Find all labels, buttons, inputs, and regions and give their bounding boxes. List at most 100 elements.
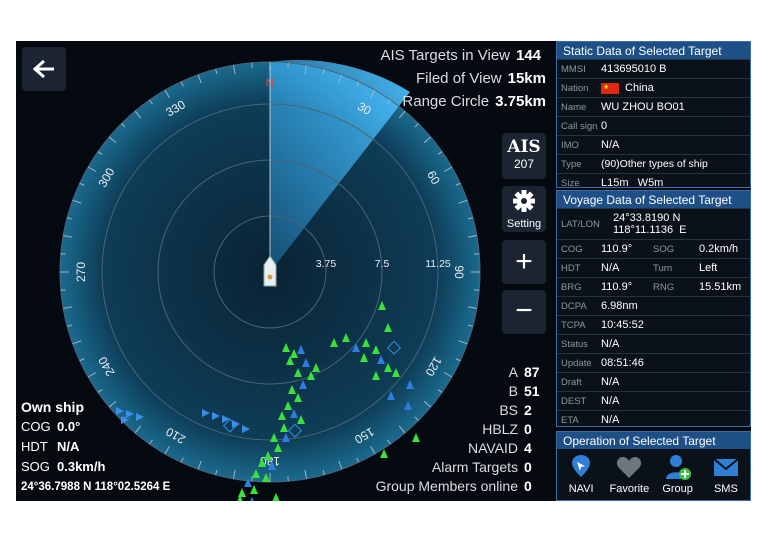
static-key: MMSI — [561, 63, 586, 75]
stat-label: Range Circle — [402, 93, 490, 110]
voyage-value: 15.51km — [699, 281, 742, 293]
china-flag-icon: ★ — [601, 82, 619, 94]
class-a-target[interactable] — [412, 433, 420, 442]
static-key: IMO — [561, 139, 579, 151]
count-label: B — [508, 383, 518, 399]
static-key: Name — [561, 101, 587, 113]
count-label: Group Members online — [375, 478, 518, 494]
static-value: L15m W5m — [601, 177, 664, 189]
static-value: 0 — [601, 120, 608, 132]
field-of-view-stat: Filed of View 15km — [416, 70, 546, 87]
static-value: WU ZHOU BO01 — [601, 101, 685, 113]
voyage-value: 10:45:52 — [601, 319, 644, 331]
voyage-value: N/A — [601, 395, 620, 407]
zoom-out-button[interactable]: − — [502, 290, 546, 334]
static-value: 413695010 B — [601, 63, 667, 75]
compass-label: 90 — [452, 265, 466, 279]
gear-icon — [513, 190, 535, 212]
own-cog-label: COG — [21, 419, 51, 434]
voyage-key: Status — [561, 338, 588, 350]
sms-button[interactable]: SMS — [702, 453, 750, 495]
count-value: 51 — [524, 383, 540, 399]
count-bs: BS 2 — [499, 402, 546, 418]
navi-button[interactable]: NAVI — [557, 453, 605, 495]
group-button[interactable]: Group — [654, 453, 702, 495]
voyage-value: N/A — [601, 414, 620, 426]
range-ring-label: 7.5 — [375, 258, 390, 270]
static-row-type: Type (90)Other types of ship — [557, 154, 750, 173]
voyage-key: COG — [561, 243, 583, 255]
group-label: Group — [662, 483, 693, 495]
stat-label: AIS Targets in View — [380, 47, 510, 64]
navi-label: NAVI — [568, 483, 594, 495]
voyage-row-draft: Draft N/A — [557, 372, 750, 391]
static-row-callsign: Call sign 0 — [557, 116, 750, 135]
static-key: Type — [561, 158, 582, 170]
voyage-key: DCPA — [561, 300, 587, 312]
voyage-row-status: Status N/A — [557, 334, 750, 353]
voyage-value: 0.2km/h — [699, 243, 739, 255]
voyage-key: TCPA — [561, 319, 586, 331]
static-row-name: Name WU ZHOU BO01 — [557, 97, 750, 116]
back-button[interactable] — [22, 47, 66, 91]
voyage-key: DEST — [561, 395, 587, 407]
navigation-icon — [572, 455, 591, 477]
stat-value: 144 — [516, 47, 542, 64]
stat-value: 3.75km — [495, 93, 546, 110]
operation-title: Operation of Selected Target — [557, 432, 750, 449]
count-a: A 87 — [509, 364, 546, 380]
static-data-panel: Static Data of Selected Target MMSI 41369… — [556, 41, 751, 189]
setting-button[interactable]: Setting — [502, 186, 546, 232]
own-hdt-label: HDT — [21, 439, 48, 454]
class-a-target[interactable] — [272, 493, 280, 501]
class-b-target[interactable] — [248, 497, 256, 501]
favorite-label: Favorite — [609, 483, 650, 495]
voyage-key: Update — [561, 357, 592, 369]
own-position: 24°36.7988 N 118°02.5264 E — [21, 481, 171, 493]
radar-scope[interactable]: N306090120150180210240270300330 3.75 7.5 1… — [16, 41, 551, 501]
voyage-data-panel: Voyage Data of Selected Target LAT/LON 2… — [556, 190, 751, 427]
stat-value: 15km — [507, 70, 546, 87]
own-hdt: HDT N/A — [21, 439, 79, 454]
voyage-key: SOG — [653, 243, 675, 255]
static-row-mmsi: MMSI 413695010 B — [557, 59, 750, 78]
ais-targets-stat: AIS Targets in View 144 — [380, 47, 546, 64]
count-label: A — [508, 364, 518, 380]
favorite-button[interactable]: Favorite — [605, 453, 653, 495]
count-value: 2 — [524, 402, 532, 418]
voyage-value: 110.9° — [601, 281, 633, 293]
ais-button[interactable]: AIS 207 — [502, 133, 546, 179]
static-value: China — [625, 82, 654, 94]
voyage-key: ETA — [561, 414, 579, 426]
voyage-value: 6.98nm — [601, 300, 638, 312]
voyage-key: LAT/LON — [561, 218, 600, 230]
voyage-key: BRG — [561, 281, 582, 293]
voyage-row-hdt-turn: HDT N/A Turn Left — [557, 258, 750, 277]
static-key: Nation — [561, 82, 589, 94]
voyage-key: Turn — [653, 262, 673, 274]
range-circle-stat: Range Circle 3.75km — [402, 93, 546, 110]
voyage-row-latlon: LAT/LON 24°33.8190 N 118°11.1136 E — [557, 208, 750, 239]
static-value: N/A — [601, 139, 620, 151]
voyage-latlon: 24°33.8190 N 118°11.1136 E — [601, 212, 687, 236]
static-value: (90)Other types of ship — [601, 158, 708, 170]
count-label: Alarm Targets — [431, 459, 518, 475]
range-ring-label: 3.75 — [316, 258, 337, 270]
voyage-value: N/A — [601, 262, 620, 274]
own-sog-value: 0.3km/h — [57, 459, 106, 474]
operation-panel: Operation of Selected Target NAVI Favori… — [556, 431, 751, 501]
static-row-nation: Nation ★ China — [557, 78, 750, 97]
radar-screen: N 30 60 90 120 150 180 210 240 270 300 330 3.75 7.5 1… — [16, 41, 751, 501]
count-label: BS — [499, 402, 518, 418]
count-label: HBLZ — [482, 421, 518, 437]
static-key: Size — [561, 177, 580, 189]
static-data-title: Static Data of Selected Target — [557, 42, 750, 59]
voyage-data-title: Voyage Data of Selected Target — [557, 191, 750, 208]
zoom-in-button[interactable]: + — [502, 240, 546, 284]
class-a-target[interactable] — [238, 488, 246, 497]
voyage-value: N/A — [601, 376, 620, 388]
compass-label: 270 — [74, 262, 88, 282]
voyage-lat: 24°33.8190 N — [613, 212, 681, 224]
sms-label: SMS — [713, 483, 738, 495]
add-group-icon — [665, 455, 691, 480]
